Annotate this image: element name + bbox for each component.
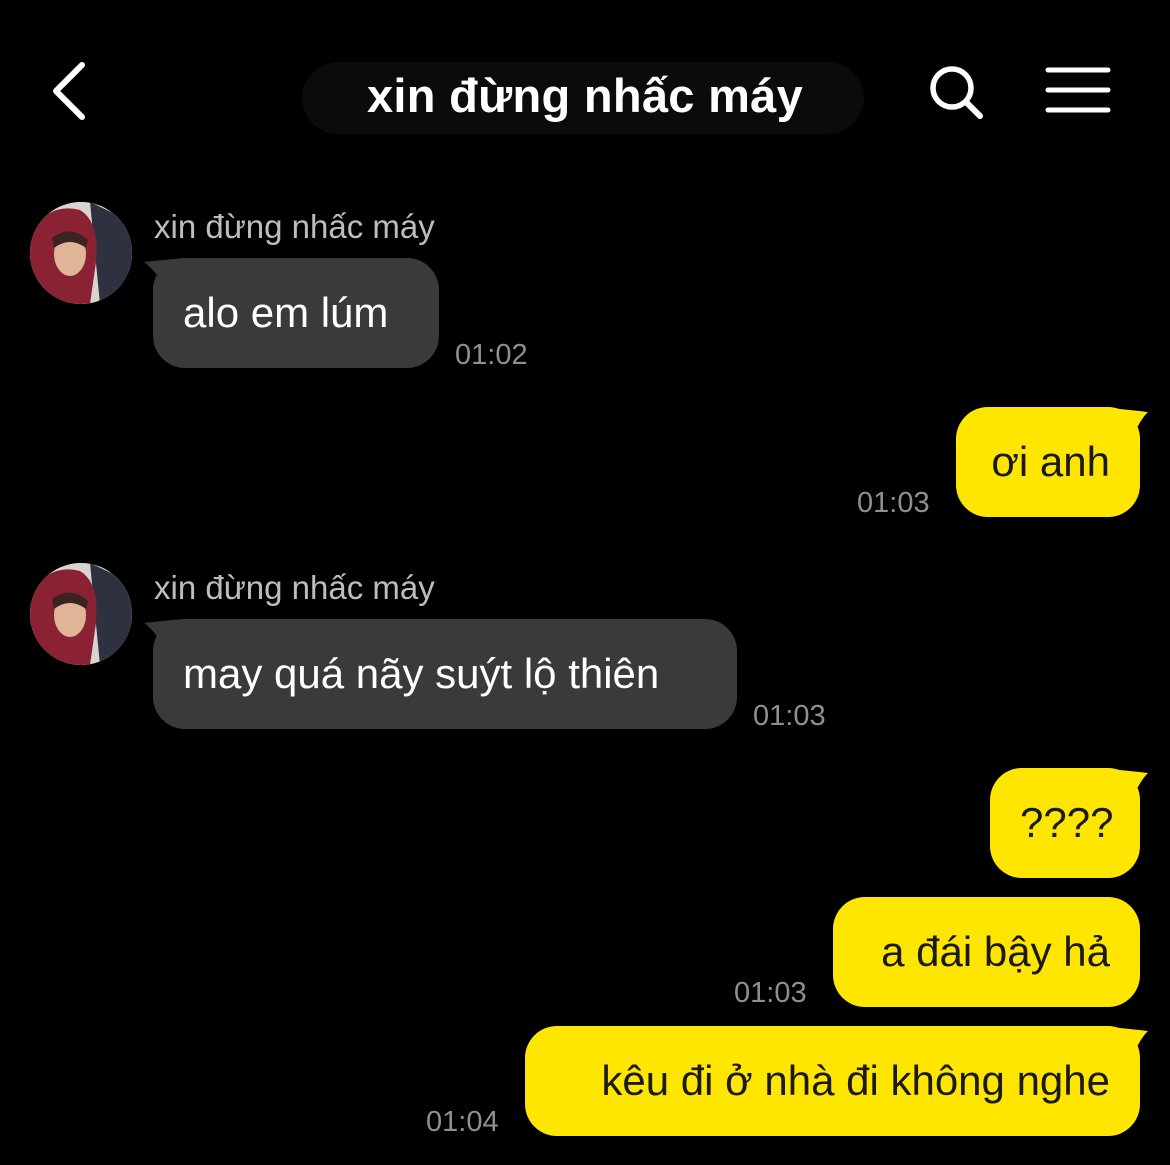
sender-name: xin đừng nhấc máy [154,208,435,245]
avatar-image [30,563,132,665]
search-button[interactable] [922,58,992,128]
bubble-tail [1110,1027,1148,1059]
message-bubble-outgoing[interactable]: a đái bậy hả [833,897,1140,1007]
menu-button[interactable] [1040,60,1116,122]
message-time: 01:03 [753,700,826,732]
message-time: 01:04 [426,1106,499,1138]
bubble-tail [1110,408,1148,440]
message-bubble-incoming[interactable]: alo em lúm [153,258,439,368]
chat-header: xin đừng nhấc máy [0,0,1170,180]
message-time: 01:03 [734,977,807,1009]
message-time: 01:02 [455,339,528,371]
hamburger-menu-icon [1045,67,1111,113]
avatar-image [30,202,132,304]
search-icon [930,66,983,119]
message-bubble-outgoing[interactable]: kêu đi ở nhà đi không nghe [525,1026,1140,1136]
sender-avatar[interactable] [30,563,132,665]
sender-name: xin đừng nhấc máy [154,569,435,606]
chevron-left-icon [53,62,85,120]
back-button[interactable] [40,55,110,130]
message-bubble-incoming[interactable]: may quá nãy suýt lộ thiên [153,619,737,729]
sender-avatar[interactable] [30,202,132,304]
chat-title[interactable]: xin đừng nhấc máy [300,62,870,130]
bubble-tail [1110,769,1148,801]
message-time: 01:03 [857,487,930,519]
